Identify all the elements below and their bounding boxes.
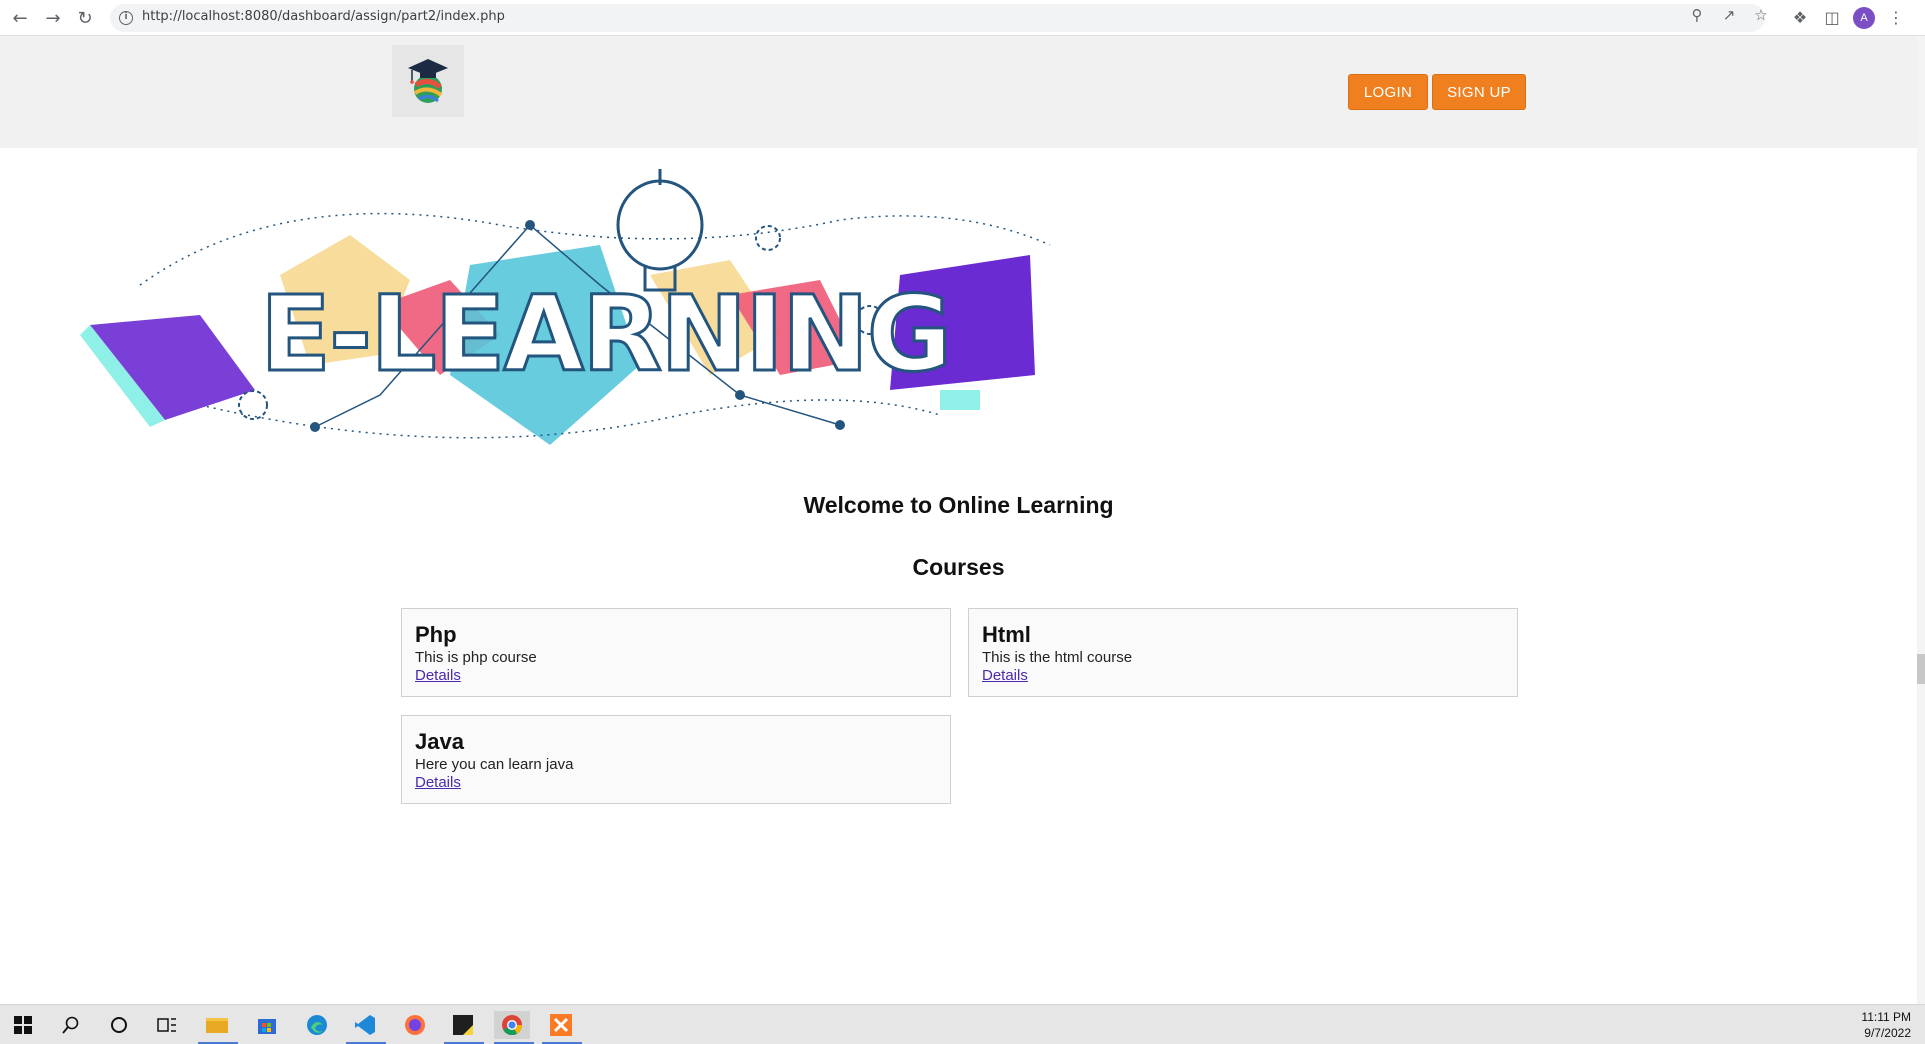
bookmark-star-icon[interactable]: ☆ xyxy=(1751,5,1771,25)
course-card-php: Php This is php course Details xyxy=(401,608,951,697)
e-learning-banner: E-LEARNING xyxy=(80,165,1080,455)
course-card-html: Html This is the html course Details xyxy=(968,608,1518,697)
course-description: This is php course xyxy=(415,649,537,666)
search-icon[interactable] xyxy=(56,1011,86,1039)
clock-time: 11:11 PM xyxy=(1861,1010,1911,1024)
course-card-java: Java Here you can learn java Details xyxy=(401,715,951,804)
login-button[interactable]: LOGIN xyxy=(1348,74,1428,110)
course-title: Html xyxy=(982,622,1031,647)
share-icon[interactable]: ↗ xyxy=(1719,5,1739,25)
course-title: Java xyxy=(415,729,464,754)
vscode-icon[interactable] xyxy=(350,1011,380,1039)
browser-toolbar: ← → ↻ i http://localhost:8080/dashboard/… xyxy=(0,0,1925,36)
back-icon[interactable]: ← xyxy=(7,5,33,31)
courses-heading: Courses xyxy=(912,554,1005,580)
chrome-icon[interactable] xyxy=(494,1011,530,1039)
file-explorer-icon[interactable] xyxy=(202,1011,232,1039)
reload-icon[interactable]: ↻ xyxy=(72,5,98,31)
profile-avatar[interactable]: A xyxy=(1853,7,1875,29)
course-description: Here you can learn java xyxy=(415,756,574,773)
course-details-link[interactable]: Details xyxy=(415,774,461,792)
scrollbar-thumb[interactable] xyxy=(1917,654,1925,684)
signup-button[interactable]: SIGN UP xyxy=(1432,74,1526,110)
welcome-heading: Welcome to Online Learning xyxy=(803,492,1114,518)
task-view-icon[interactable] xyxy=(152,1011,182,1039)
site-info-icon[interactable]: i xyxy=(119,11,133,25)
zoom-icon[interactable]: ⚲ xyxy=(1687,5,1707,25)
windows-taskbar: 11:11 PM 9/7/2022 xyxy=(0,1004,1925,1044)
edge-icon[interactable] xyxy=(302,1011,332,1039)
sticky-notes-icon[interactable] xyxy=(448,1011,478,1039)
url-text[interactable]: http://localhost:8080/dashboard/assign/p… xyxy=(142,9,505,24)
banner-title: E-LEARNING xyxy=(260,273,950,395)
page-scrollbar[interactable] xyxy=(1917,36,1925,1004)
site-logo[interactable] xyxy=(392,45,464,117)
firefox-icon[interactable] xyxy=(400,1011,430,1039)
extensions-icon[interactable]: ❖ xyxy=(1787,5,1813,31)
course-title: Php xyxy=(415,622,457,647)
side-panel-icon[interactable]: ◫ xyxy=(1819,5,1845,31)
address-bar[interactable]: i http://localhost:8080/dashboard/assign… xyxy=(110,4,1765,32)
store-icon[interactable] xyxy=(252,1011,282,1039)
cortana-icon[interactable] xyxy=(104,1011,134,1039)
forward-icon[interactable]: → xyxy=(40,5,66,31)
graduation-globe-icon xyxy=(408,59,448,103)
menu-icon[interactable]: ⋮ xyxy=(1883,5,1909,31)
banner-illustration: E-LEARNING xyxy=(80,169,1051,445)
site-header: LOGIN SIGN UP xyxy=(0,36,1917,148)
course-description: This is the html course xyxy=(982,649,1133,666)
clock-date: 9/7/2022 xyxy=(1864,1026,1911,1040)
xampp-icon[interactable] xyxy=(546,1011,576,1039)
course-details-link[interactable]: Details xyxy=(415,667,461,685)
course-details-link[interactable]: Details xyxy=(982,667,1028,685)
windows-start-icon[interactable] xyxy=(8,1011,38,1039)
system-clock[interactable]: 11:11 PM 9/7/2022 xyxy=(1861,1009,1911,1041)
